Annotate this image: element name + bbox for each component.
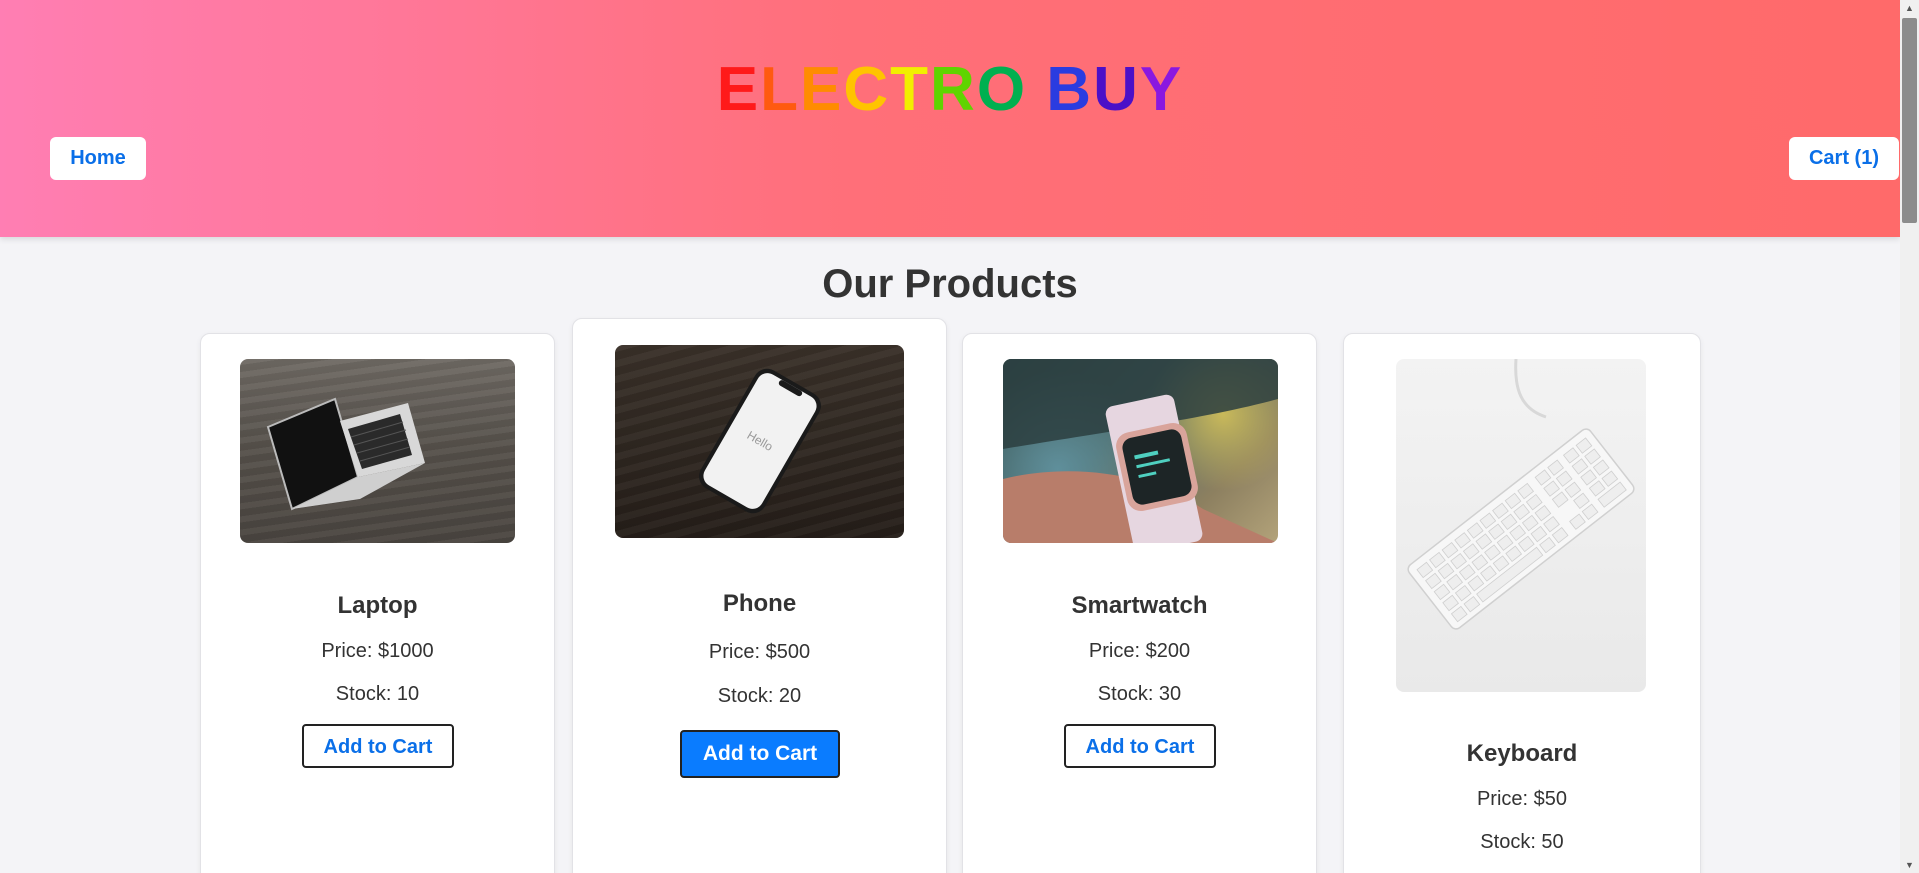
brand-letter: O (976, 55, 1028, 124)
brand-letter: Y (1139, 55, 1184, 124)
site-header: ELECTRO BUY Home Cart (1) (0, 0, 1900, 237)
smartwatch-image (1003, 359, 1278, 543)
cart-button[interactable]: Cart (1) (1789, 137, 1899, 180)
product-card-smartwatch: Smartwatch Price: $200 Stock: 30 Add to … (962, 333, 1317, 873)
brand-letter: B (1046, 55, 1094, 124)
add-to-cart-button[interactable]: Add to Cart (302, 724, 454, 768)
product-card-keyboard: Keyboard Price: $50 Stock: 50 (1343, 333, 1701, 873)
page-title: Our Products (822, 262, 1078, 306)
product-name: Laptop (337, 592, 418, 619)
brand-letter: E (716, 55, 761, 124)
brand-letter: C (843, 55, 891, 124)
home-button[interactable]: Home (50, 137, 146, 180)
brand-letter (1027, 52, 1046, 128)
product-stock: Stock: 50 (1480, 831, 1564, 853)
keyboard-image (1396, 359, 1646, 692)
laptop-image (240, 359, 515, 543)
product-stock: Stock: 20 (717, 685, 802, 707)
product-card-laptop: Laptop Price: $1000 Stock: 10 Add to Car… (200, 333, 555, 873)
add-to-cart-button[interactable]: Add to Cart (1064, 724, 1216, 768)
scrollbar-thumb[interactable] (1902, 18, 1917, 223)
product-price: Price: $50 (1476, 788, 1568, 810)
product-price: Price: $1000 (321, 640, 434, 662)
brand-logo: ELECTRO BUY (0, 52, 1900, 128)
product-stock: Stock: 10 (335, 683, 420, 705)
product-name: Keyboard (1466, 740, 1578, 767)
brand-letter: T (890, 55, 931, 124)
brand-letter: R (930, 55, 977, 124)
brand-letter: L (760, 55, 801, 124)
product-name: Smartwatch (1071, 592, 1208, 619)
product-card-phone: Hello Phone Price: $500 Stock: 20 Add to… (572, 318, 947, 873)
phone-image: Hello (615, 345, 904, 538)
page: ELECTRO BUY Home Cart (1) Our Products L… (0, 0, 1919, 873)
product-price: Price: $200 (1088, 640, 1191, 662)
product-stock: Stock: 30 (1097, 683, 1182, 705)
product-name: Phone (722, 590, 797, 617)
brand-letter: U (1093, 55, 1140, 124)
product-price: Price: $500 (708, 641, 811, 663)
vertical-scrollbar[interactable]: ▲ ▼ (1900, 0, 1919, 873)
brand-letter: E (800, 55, 844, 124)
scroll-down-arrow-icon[interactable]: ▼ (1900, 857, 1919, 873)
scroll-up-arrow-icon[interactable]: ▲ (1900, 0, 1919, 16)
add-to-cart-button[interactable]: Add to Cart (680, 730, 840, 778)
